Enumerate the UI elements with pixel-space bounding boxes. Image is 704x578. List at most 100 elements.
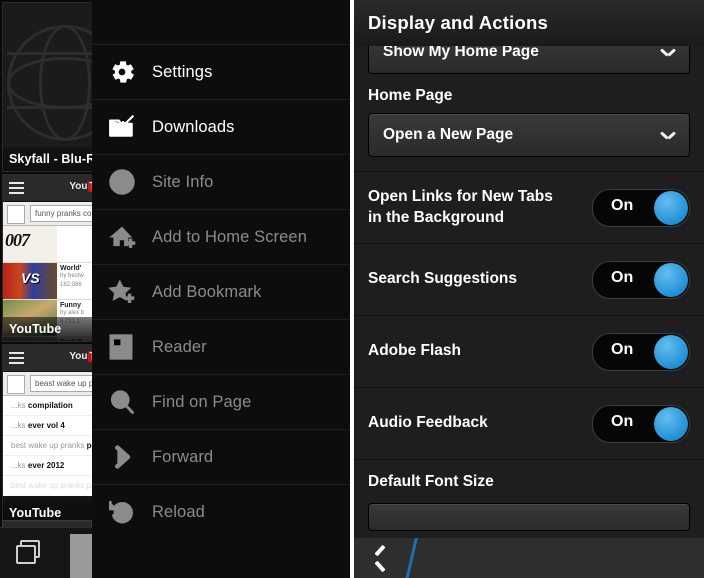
setting-label: Open Links for New Tabs in the Backgroun… bbox=[368, 187, 553, 226]
list-item[interactable]: ...ks ever vol 4 bbox=[3, 416, 95, 436]
toggle-audio-feedback[interactable]: On bbox=[592, 404, 690, 443]
toggle-open-links-background[interactable]: On bbox=[592, 188, 690, 227]
menu-item-reload[interactable]: Reload bbox=[92, 484, 350, 539]
suggestion-prefix: best wake up pranks pa bbox=[11, 481, 96, 490]
search-input[interactable]: funny pranks comp bbox=[30, 205, 95, 222]
list-item[interactable]: ...ks ever 2012 bbox=[3, 456, 95, 476]
toggle-knob bbox=[654, 262, 688, 297]
screenshot-root: Skyfall - Blu-Ray YouTu funny pranks com… bbox=[0, 0, 704, 578]
list-item[interactable]: ...ks compilation bbox=[3, 396, 95, 416]
setting-row-open-links-background: Open Links for New Tabs in the Backgroun… bbox=[354, 172, 704, 244]
list-item[interactable]: VS World' by bestw 182,086 bbox=[3, 263, 95, 300]
suggestion-prefix: best wake up pranks bbox=[11, 441, 87, 450]
chevron-left-icon[interactable] bbox=[376, 549, 388, 567]
gear-icon bbox=[108, 58, 152, 86]
startup-page-dropdown-cropped[interactable]: Show My Home Page bbox=[368, 46, 690, 74]
suggestion-match: compilation bbox=[27, 401, 73, 410]
reload-arrow-icon bbox=[108, 498, 152, 526]
dropdown-value: Show My Home Page bbox=[383, 46, 539, 60]
page-title: Display and Actions bbox=[368, 12, 548, 33]
suggestion-prefix: ...ks bbox=[11, 421, 28, 430]
chevron-down-icon bbox=[661, 131, 675, 139]
menu-item-add-bookmark[interactable]: Add Bookmark bbox=[92, 264, 350, 319]
suggestion-match: ever vol 4 bbox=[27, 421, 65, 430]
settings-header: Display and Actions bbox=[354, 0, 704, 46]
menu-item-label: Add Bookmark bbox=[152, 282, 262, 301]
chevron-right-icon bbox=[108, 443, 152, 471]
scrollbar-thumb[interactable] bbox=[70, 534, 92, 578]
magnifier-icon bbox=[108, 388, 152, 416]
search-suggestions-list: ...ks compilation ...ks ever vol 4 best … bbox=[3, 396, 95, 496]
tab-card-youtube-1[interactable]: YouTu funny pranks comp 007 VS Worl bbox=[2, 174, 96, 342]
search-scope-dropdown[interactable] bbox=[7, 375, 25, 394]
hamburger-icon bbox=[9, 182, 24, 194]
dropdown-value: Open a New Page bbox=[383, 126, 514, 143]
toggle-state-label: On bbox=[611, 340, 634, 358]
menu-item-label: Settings bbox=[152, 62, 213, 81]
youtube-logo-text: You bbox=[69, 351, 88, 362]
menu-item-forward[interactable]: Forward bbox=[92, 429, 350, 484]
chevron-down-icon bbox=[661, 48, 675, 56]
search-scope-dropdown[interactable] bbox=[7, 205, 25, 224]
menu-item-label: Add to Home Screen bbox=[152, 227, 307, 246]
menu-item-settings[interactable]: Settings bbox=[92, 44, 350, 99]
setting-row-adobe-flash: Adobe Flash On bbox=[354, 316, 704, 388]
setting-label: Adobe Flash bbox=[368, 342, 462, 360]
home-page-group: Home Page Open a New Page bbox=[354, 74, 704, 172]
copy-tabs-icon[interactable] bbox=[16, 540, 40, 564]
reader-page-icon bbox=[108, 333, 152, 361]
left-browser-pane: Skyfall - Blu-Ray YouTu funny pranks com… bbox=[0, 0, 350, 578]
browser-action-menu: Settings Downloads Site Info Add to Home… bbox=[92, 0, 350, 578]
dropdown-control[interactable]: Show My Home Page bbox=[368, 46, 690, 74]
menu-item-label: Forward bbox=[152, 447, 214, 466]
toggle-state-label: On bbox=[611, 268, 634, 286]
video-views: 182,086 bbox=[60, 282, 82, 288]
tab-card-youtube-2[interactable]: YouTu beast wake up pran ...ks compilati… bbox=[2, 344, 96, 526]
menu-item-label: Reload bbox=[152, 502, 205, 521]
toggle-search-suggestions[interactable]: On bbox=[592, 260, 690, 299]
menu-item-label: Find on Page bbox=[152, 392, 252, 411]
menu-item-reader[interactable]: Reader bbox=[92, 319, 350, 374]
list-item[interactable]: best wake up pranks pa bbox=[3, 476, 95, 496]
info-circle-icon bbox=[108, 168, 152, 196]
list-item[interactable]: 007 bbox=[3, 226, 95, 263]
setting-label: Search Suggestions bbox=[368, 270, 518, 288]
toggle-state-label: On bbox=[611, 412, 634, 430]
suggestion-match: ever 2012 bbox=[27, 461, 65, 470]
toggle-state-label: On bbox=[611, 196, 634, 214]
settings-scroll-area[interactable]: Show My Home Page Home Page Open a New P… bbox=[354, 46, 704, 538]
video-thumbnail: VS bbox=[3, 263, 57, 299]
setting-label: Audio Feedback bbox=[368, 414, 488, 432]
list-item[interactable]: best wake up pranks pa bbox=[3, 436, 95, 456]
default-font-size-label: Default Font Size bbox=[368, 473, 494, 490]
toggle-knob bbox=[654, 190, 688, 225]
toggle-knob bbox=[654, 334, 688, 369]
menu-item-find-on-page[interactable]: Find on Page bbox=[92, 374, 350, 429]
star-plus-icon bbox=[108, 278, 152, 306]
settings-pane: Display and Actions Show My Home Page Ho… bbox=[354, 0, 704, 578]
youtube-topbar: YouTu bbox=[3, 175, 95, 202]
menu-item-label: Site Info bbox=[152, 172, 214, 191]
suggestion-prefix: ...ks bbox=[11, 461, 28, 470]
home-page-dropdown[interactable]: Open a New Page bbox=[368, 113, 690, 157]
video-title: World' bbox=[60, 265, 82, 272]
tab-card-skyfall[interactable]: Skyfall - Blu-Ray bbox=[2, 2, 96, 172]
youtube-topbar: YouTu bbox=[3, 345, 95, 372]
suggestion-prefix: ...ks bbox=[11, 401, 28, 410]
menu-item-site-info[interactable]: Site Info bbox=[92, 154, 350, 209]
menu-top-spacer bbox=[92, 0, 350, 44]
search-input[interactable]: beast wake up pran bbox=[30, 375, 95, 392]
menu-item-label: Reader bbox=[152, 337, 207, 356]
toggle-knob bbox=[654, 406, 688, 441]
default-font-size-control[interactable] bbox=[368, 503, 690, 531]
globe-icon bbox=[7, 25, 95, 141]
menu-item-downloads[interactable]: Downloads bbox=[92, 99, 350, 154]
toggle-adobe-flash[interactable]: On bbox=[592, 332, 690, 371]
video-thumbnail: 007 bbox=[3, 226, 57, 262]
youtube-logo-text: You bbox=[69, 181, 88, 192]
menu-item-add-to-home-screen[interactable]: Add to Home Screen bbox=[92, 209, 350, 264]
menu-item-label: Downloads bbox=[152, 117, 235, 136]
youtube-search-bar[interactable]: funny pranks comp bbox=[3, 202, 95, 226]
youtube-search-bar[interactable]: beast wake up pran bbox=[3, 372, 95, 396]
setting-row-search-suggestions: Search Suggestions On bbox=[354, 244, 704, 316]
